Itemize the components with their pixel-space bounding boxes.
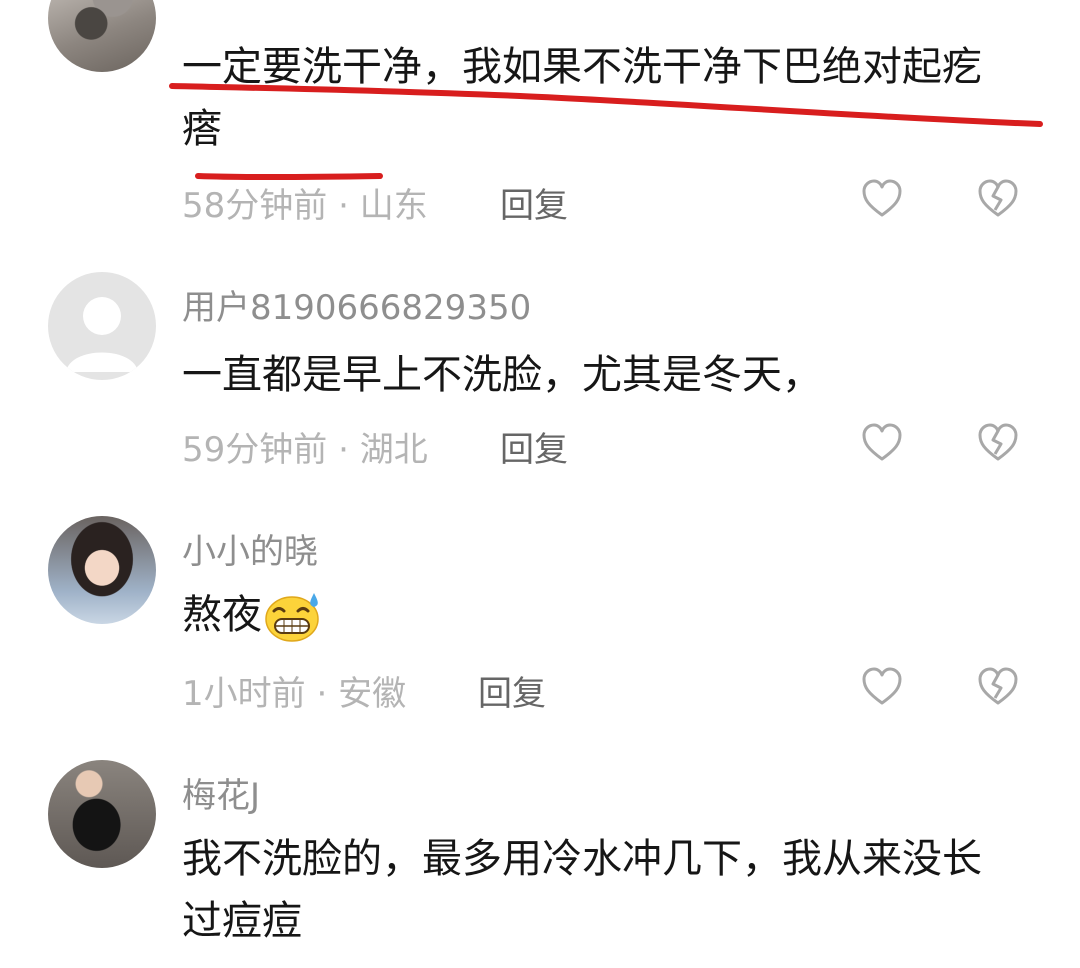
broken-heart-icon[interactable] bbox=[976, 421, 1020, 465]
reply-button[interactable]: 回复 bbox=[478, 666, 546, 715]
avatar[interactable] bbox=[48, 0, 156, 72]
broken-heart-icon[interactable] bbox=[976, 665, 1020, 709]
default-avatar-icon bbox=[66, 297, 138, 372]
comment-meta: 1小时前 · 安徽 bbox=[182, 666, 406, 715]
heart-outline-icon[interactable] bbox=[860, 421, 904, 465]
grinning-sweat-emoji bbox=[265, 593, 319, 642]
comment-location: 安徽 bbox=[338, 674, 407, 714]
comment-text-content: 熬夜 bbox=[182, 592, 262, 638]
comment-location: 湖北 bbox=[359, 430, 428, 470]
comment-location: 山东 bbox=[359, 186, 428, 226]
comment-time: 1小时前 bbox=[182, 674, 306, 714]
comment-item: 梅花J 我不洗脸的，最多用冷水冲几下，我从来没长过痘痘 bbox=[0, 748, 1080, 968]
comment-item: 用户8190666829350 一直都是早上不洗脸，尤其是冬天， 59分钟前 ·… bbox=[0, 260, 1080, 500]
broken-heart-icon[interactable] bbox=[976, 177, 1020, 221]
comment-username[interactable]: 小小的晓 bbox=[182, 524, 318, 573]
comment-username[interactable]: 梅花J bbox=[182, 768, 260, 817]
comment-username[interactable]: 用户8190666829350 bbox=[182, 280, 531, 329]
comment-meta: 58分钟前 · 山东 bbox=[182, 178, 428, 227]
comment-time: 59分钟前 bbox=[182, 430, 328, 470]
meta-separator: · bbox=[316, 674, 328, 714]
comment-text: 熬夜 bbox=[182, 584, 1042, 646]
heart-outline-icon[interactable] bbox=[860, 665, 904, 709]
comment-item: 一定要洗干净，我如果不洗干净下巴绝对起疙瘩 58分钟前 · 山东 回复 bbox=[0, 0, 1080, 250]
comment-time: 58分钟前 bbox=[182, 186, 328, 226]
comment-meta: 59分钟前 · 湖北 bbox=[182, 422, 428, 471]
comment-text: 一直都是早上不洗脸，尤其是冬天， bbox=[182, 352, 822, 398]
comment-text: 我不洗脸的，最多用冷水冲几下，我从来没长过痘痘 bbox=[182, 836, 982, 944]
comment-item: 小小的晓 熬夜 1小时前 · 安徽 回复 bbox=[0, 504, 1080, 744]
avatar[interactable] bbox=[48, 516, 156, 624]
meta-separator: · bbox=[338, 430, 349, 470]
reply-button[interactable]: 回复 bbox=[500, 178, 568, 227]
avatar[interactable] bbox=[48, 272, 156, 380]
reply-button[interactable]: 回复 bbox=[500, 422, 568, 471]
comment-text: 一定要洗干净，我如果不洗干净下巴绝对起疙瘩 bbox=[182, 44, 982, 152]
avatar[interactable] bbox=[48, 760, 156, 868]
meta-separator: · bbox=[338, 186, 349, 226]
heart-outline-icon[interactable] bbox=[860, 177, 904, 221]
